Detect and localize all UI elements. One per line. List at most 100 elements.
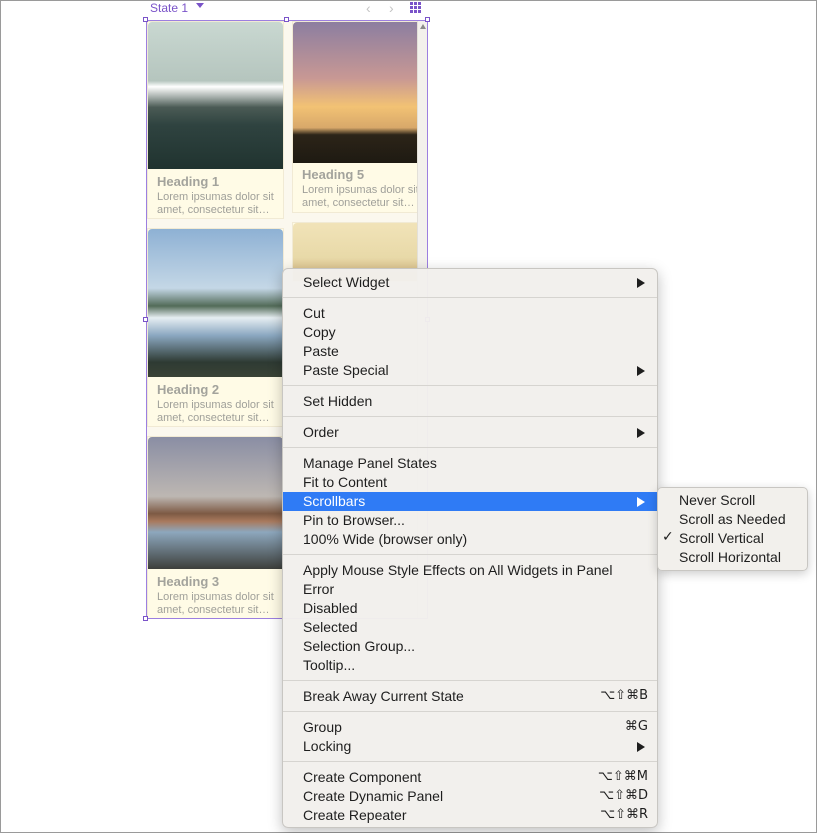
menu-item-selection-group[interactable]: Selection Group... <box>283 637 657 656</box>
menu-item-pin-to-browser[interactable]: Pin to Browser... <box>283 511 657 530</box>
menu-item-error[interactable]: Error <box>283 580 657 599</box>
menu-item-label: Locking <box>303 738 352 754</box>
resize-handle[interactable] <box>425 17 430 22</box>
card-description: Lorem ipsumas dolor sit amet, consectetu… <box>157 591 274 616</box>
menu-item-label: Scrollbars <box>303 493 366 509</box>
keyboard-shortcut: ⌥⇧⌘R <box>600 807 648 822</box>
menu-item-label: Selected <box>303 619 358 635</box>
state-selector[interactable]: State 1 <box>150 1 188 15</box>
keyboard-shortcut: ⌘G <box>624 719 648 734</box>
desert-reflection-image <box>148 437 283 569</box>
menu-item-100-wide[interactable]: 100% Wide (browser only) <box>283 530 657 549</box>
menu-divider <box>283 297 657 298</box>
menu-item-label: Set Hidden <box>303 393 373 409</box>
submenu-arrow-icon <box>637 742 645 752</box>
card-description: Lorem ipsumas dolor sit amet, consectetu… <box>302 184 419 209</box>
context-menu: Select Widget Cut Copy Paste Paste Speci… <box>282 268 658 828</box>
palm-sunset-image <box>293 22 427 163</box>
submenu-arrow-icon <box>637 497 645 507</box>
card-heading: Heading 3 <box>157 574 220 589</box>
menu-item-label: Fit to Content <box>303 474 388 490</box>
menu-item-apply-mouse-style[interactable]: Apply Mouse Style Effects on All Widgets… <box>283 561 657 580</box>
card-heading: Heading 2 <box>157 382 220 397</box>
menu-item-fit-to-content[interactable]: Fit to Content <box>283 473 657 492</box>
menu-item-copy[interactable]: Copy <box>283 323 657 342</box>
menu-item-set-hidden[interactable]: Set Hidden <box>283 392 657 411</box>
menu-item-selected[interactable]: Selected <box>283 618 657 637</box>
resize-handle[interactable] <box>143 317 148 322</box>
submenu-item-label: Scroll as Needed <box>679 511 786 527</box>
menu-item-break-away-current-state[interactable]: Break Away Current State ⌥⇧⌘B <box>283 687 657 706</box>
menu-item-create-component[interactable]: Create Component ⌥⇧⌘M <box>283 768 657 787</box>
card[interactable]: Heading 5 Lorem ipsumas dolor sit amet, … <box>292 21 427 213</box>
menu-item-label: Create Repeater <box>303 807 407 823</box>
menu-item-label: Copy <box>303 324 336 340</box>
card-description: Lorem ipsumas dolor sit amet, consectetu… <box>157 191 274 216</box>
resize-handle[interactable] <box>143 616 148 621</box>
menu-item-create-dynamic-panel[interactable]: Create Dynamic Panel ⌥⇧⌘D <box>283 787 657 806</box>
resize-handle[interactable] <box>143 17 148 22</box>
submenu-item-never-scroll[interactable]: Never Scroll <box>658 491 807 510</box>
card[interactable]: Heading 3 Lorem ipsumas dolor sit amet, … <box>147 436 284 618</box>
menu-item-label: Group <box>303 719 342 735</box>
menu-divider <box>283 554 657 555</box>
submenu-item-label: Scroll Vertical <box>679 530 764 546</box>
card-heading: Heading 1 <box>157 174 220 189</box>
menu-item-label: Disabled <box>303 600 358 616</box>
menu-item-cut[interactable]: Cut <box>283 304 657 323</box>
submenu-item-scroll-vertical[interactable]: ✓ Scroll Vertical <box>658 529 807 548</box>
scrollbars-submenu: Never Scroll Scroll as Needed ✓ Scroll V… <box>657 487 808 571</box>
menu-item-label: Apply Mouse Style Effects on All Widgets… <box>303 562 613 578</box>
menu-item-label: 100% Wide (browser only) <box>303 531 468 547</box>
menu-divider <box>283 447 657 448</box>
grid-icon[interactable] <box>410 2 421 13</box>
menu-item-manage-panel-states[interactable]: Manage Panel States <box>283 454 657 473</box>
previous-state-icon[interactable]: ‹ <box>366 0 371 16</box>
menu-item-label: Order <box>303 424 339 440</box>
chevron-down-icon[interactable] <box>196 3 204 8</box>
submenu-arrow-icon <box>637 366 645 376</box>
keyboard-shortcut: ⌥⇧⌘M <box>597 769 648 784</box>
card[interactable]: Heading 2 Lorem ipsumas dolor sit amet, … <box>147 228 284 427</box>
card[interactable]: Heading 1 Lorem ipsumas dolor sit amet, … <box>147 21 284 219</box>
menu-item-group[interactable]: Group ⌘G <box>283 718 657 737</box>
menu-item-label: Cut <box>303 305 325 321</box>
menu-item-label: Pin to Browser... <box>303 512 405 528</box>
submenu-item-label: Scroll Horizontal <box>679 549 781 565</box>
submenu-item-scroll-as-needed[interactable]: Scroll as Needed <box>658 510 807 529</box>
menu-item-label: Break Away Current State <box>303 688 464 704</box>
next-state-icon[interactable]: › <box>389 0 394 16</box>
menu-item-label: Create Dynamic Panel <box>303 788 444 804</box>
menu-divider <box>283 761 657 762</box>
submenu-item-scroll-horizontal[interactable]: Scroll Horizontal <box>658 548 807 567</box>
menu-item-create-repeater[interactable]: Create Repeater ⌥⇧⌘R <box>283 806 657 825</box>
keyboard-shortcut: ⌥⇧⌘B <box>600 688 648 703</box>
checkmark-icon: ✓ <box>662 529 674 545</box>
menu-item-label: Error <box>303 581 335 597</box>
menu-item-paste-special[interactable]: Paste Special <box>283 361 657 380</box>
menu-item-tooltip[interactable]: Tooltip... <box>283 656 657 675</box>
scroll-up-icon[interactable] <box>420 24 426 29</box>
submenu-arrow-icon <box>637 428 645 438</box>
keyboard-shortcut: ⌥⇧⌘D <box>599 788 648 803</box>
panel-state-bar: State 1 ‹ › <box>146 0 428 18</box>
menu-item-locking[interactable]: Locking <box>283 737 657 756</box>
menu-divider <box>283 385 657 386</box>
menu-item-scrollbars[interactable]: Scrollbars <box>283 492 657 511</box>
resize-handle[interactable] <box>284 17 289 22</box>
menu-divider <box>283 680 657 681</box>
menu-item-disabled[interactable]: Disabled <box>283 599 657 618</box>
menu-item-label: Selection Group... <box>303 638 416 654</box>
menu-item-select-widget[interactable]: Select Widget <box>283 273 657 292</box>
mountain-lake-image <box>148 22 283 169</box>
menu-divider <box>283 711 657 712</box>
menu-item-order[interactable]: Order <box>283 423 657 442</box>
menu-item-label: Paste Special <box>303 362 389 378</box>
submenu-arrow-icon <box>637 278 645 288</box>
card-heading: Heading 5 <box>302 167 365 182</box>
card-description: Lorem ipsumas dolor sit amet, consectetu… <box>157 399 274 424</box>
menu-item-label: Manage Panel States <box>303 455 437 471</box>
menu-item-paste[interactable]: Paste <box>283 342 657 361</box>
menu-divider <box>283 416 657 417</box>
menu-item-label: Paste <box>303 343 339 359</box>
